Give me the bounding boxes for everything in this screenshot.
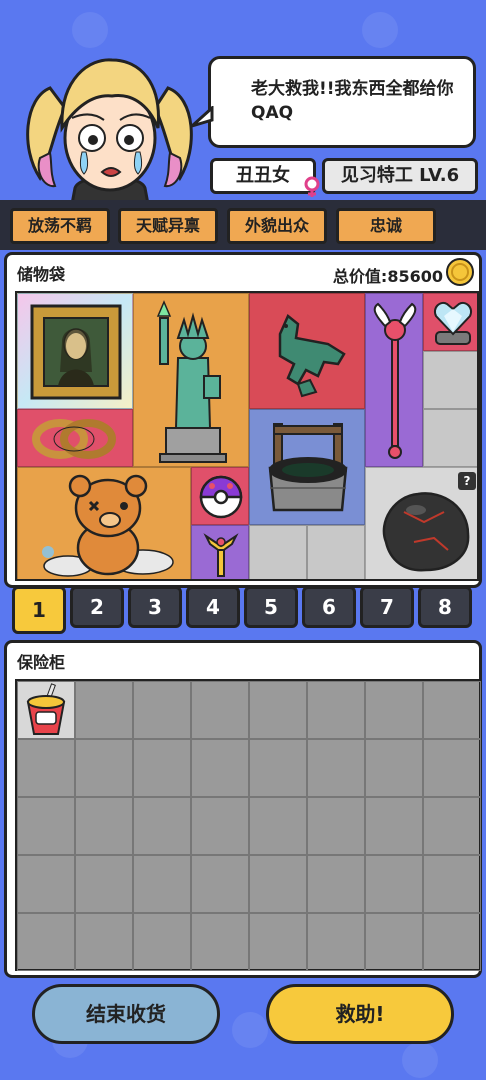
item-coal-rock[interactable]: ? (365, 467, 477, 579)
safe-empty-slot[interactable] (249, 913, 307, 971)
safe-empty-slot[interactable] (307, 681, 365, 739)
monster-ball-icon (199, 475, 243, 519)
safe-empty-slot[interactable] (365, 739, 423, 797)
safe-empty-slot[interactable] (75, 681, 133, 739)
tab-page-6[interactable]: 6 (302, 586, 356, 628)
safe-empty-slot[interactable] (75, 739, 133, 797)
safe-empty-slot[interactable] (307, 739, 365, 797)
safe-empty-slot[interactable] (75, 855, 133, 913)
noodle-cup-icon (26, 683, 66, 735)
safe-empty-slot[interactable] (17, 855, 75, 913)
gold-coin-icon (446, 258, 474, 286)
character-level: 见习特工 LV.6 (322, 158, 478, 194)
safe-empty-slot[interactable] (249, 681, 307, 739)
item-instant-noodles[interactable] (17, 681, 75, 739)
tab-page-7[interactable]: 7 (360, 586, 414, 628)
female-icon (304, 176, 320, 197)
safe-empty-slot[interactable] (17, 739, 75, 797)
tab-page-4[interactable]: 4 (186, 586, 240, 628)
end-collection-button[interactable]: 结束收货 (32, 984, 220, 1044)
tab-page-1[interactable]: 1 (12, 586, 66, 634)
statue-icon (156, 300, 227, 463)
diamond-heart-icon (434, 302, 472, 345)
painting-icon (30, 304, 122, 400)
item-monster-ball[interactable] (191, 467, 249, 525)
total-value: 总价值:85600 (332, 267, 443, 286)
trait-bar: 放荡不羁 天赋异禀 外貌出众 忠诚 (0, 200, 486, 250)
trait-tag: 外貌出众 (227, 208, 327, 244)
horse-icon (278, 314, 346, 398)
safe-empty-slot[interactable] (191, 913, 249, 971)
safe-empty-slot[interactable] (423, 855, 481, 913)
item-teddy-bear[interactable] (17, 467, 191, 579)
item-statue-of-liberty[interactable] (133, 293, 249, 467)
safe-title: 保险柜 (17, 653, 66, 672)
speech-tail (190, 106, 214, 128)
item-diamond-heart-ring[interactable] (423, 293, 477, 351)
safe-empty-slot[interactable] (365, 855, 423, 913)
safe-empty-slot[interactable] (17, 913, 75, 971)
safe-empty-slot[interactable] (423, 739, 481, 797)
safe-empty-slot[interactable] (365, 913, 423, 971)
safe-empty-slot[interactable] (75, 797, 133, 855)
tab-page-5[interactable]: 5 (244, 586, 298, 628)
safe-empty-slot[interactable] (191, 739, 249, 797)
trait-tag: 天赋异禀 (118, 208, 218, 244)
unknown-item-badge: ? (458, 472, 476, 490)
safe-empty-slot[interactable] (191, 797, 249, 855)
empty-slot[interactable] (249, 525, 307, 579)
teddy-bear-icon (42, 474, 174, 577)
safe-empty-slot[interactable] (307, 797, 365, 855)
safe-empty-slot[interactable] (191, 855, 249, 913)
trait-tag: 忠诚 (336, 208, 436, 244)
safe-panel: 保险柜 (4, 640, 482, 978)
rope-icon (32, 419, 116, 459)
safe-empty-slot[interactable] (249, 855, 307, 913)
storage-title: 储物袋 (17, 265, 66, 284)
safe-empty-slot[interactable] (133, 855, 191, 913)
safe-empty-slot[interactable] (133, 913, 191, 971)
safe-empty-slot[interactable] (423, 913, 481, 971)
item-magic-pendant[interactable] (191, 525, 249, 579)
safe-empty-slot[interactable] (249, 739, 307, 797)
pendant-icon (203, 533, 239, 577)
item-rope[interactable] (17, 409, 133, 467)
empty-slot[interactable] (423, 409, 477, 467)
item-winged-wand[interactable] (365, 293, 423, 467)
storage-panel: 储物袋 总价值:85600 ? (4, 252, 482, 588)
storage-grid: ? (15, 291, 479, 581)
safe-empty-slot[interactable] (307, 855, 365, 913)
safe-empty-slot[interactable] (133, 739, 191, 797)
safe-empty-slot[interactable] (133, 681, 191, 739)
rock-icon (382, 492, 470, 572)
rescue-button[interactable]: 救助! (266, 984, 454, 1044)
speech-text: 老大救我!!我东西全都给你QAQ (251, 79, 454, 123)
item-mona-lisa-painting[interactable] (17, 293, 133, 409)
tab-page-8[interactable]: 8 (418, 586, 472, 628)
character-name: 丑丑女 (210, 158, 316, 194)
safe-empty-slot[interactable] (307, 913, 365, 971)
empty-slot[interactable] (307, 525, 365, 579)
tab-page-2[interactable]: 2 (70, 586, 124, 628)
wand-icon (373, 302, 417, 459)
safe-empty-slot[interactable] (75, 913, 133, 971)
safe-empty-slot[interactable] (133, 797, 191, 855)
character-portrait (26, 58, 193, 204)
speech-bubble: 老大救我!!我东西全都给你QAQ (208, 56, 476, 148)
safe-empty-slot[interactable] (17, 797, 75, 855)
tab-page-3[interactable]: 3 (128, 586, 182, 628)
safe-grid (15, 679, 481, 971)
safe-empty-slot[interactable] (423, 797, 481, 855)
item-old-well[interactable] (249, 409, 365, 525)
safe-empty-slot[interactable] (365, 681, 423, 739)
item-bronze-horse[interactable] (249, 293, 365, 409)
empty-slot[interactable] (423, 351, 477, 409)
safe-empty-slot[interactable] (365, 797, 423, 855)
safe-empty-slot[interactable] (423, 681, 481, 739)
trait-tag: 放荡不羁 (10, 208, 110, 244)
safe-empty-slot[interactable] (191, 681, 249, 739)
safe-empty-slot[interactable] (249, 797, 307, 855)
well-icon (268, 423, 348, 512)
